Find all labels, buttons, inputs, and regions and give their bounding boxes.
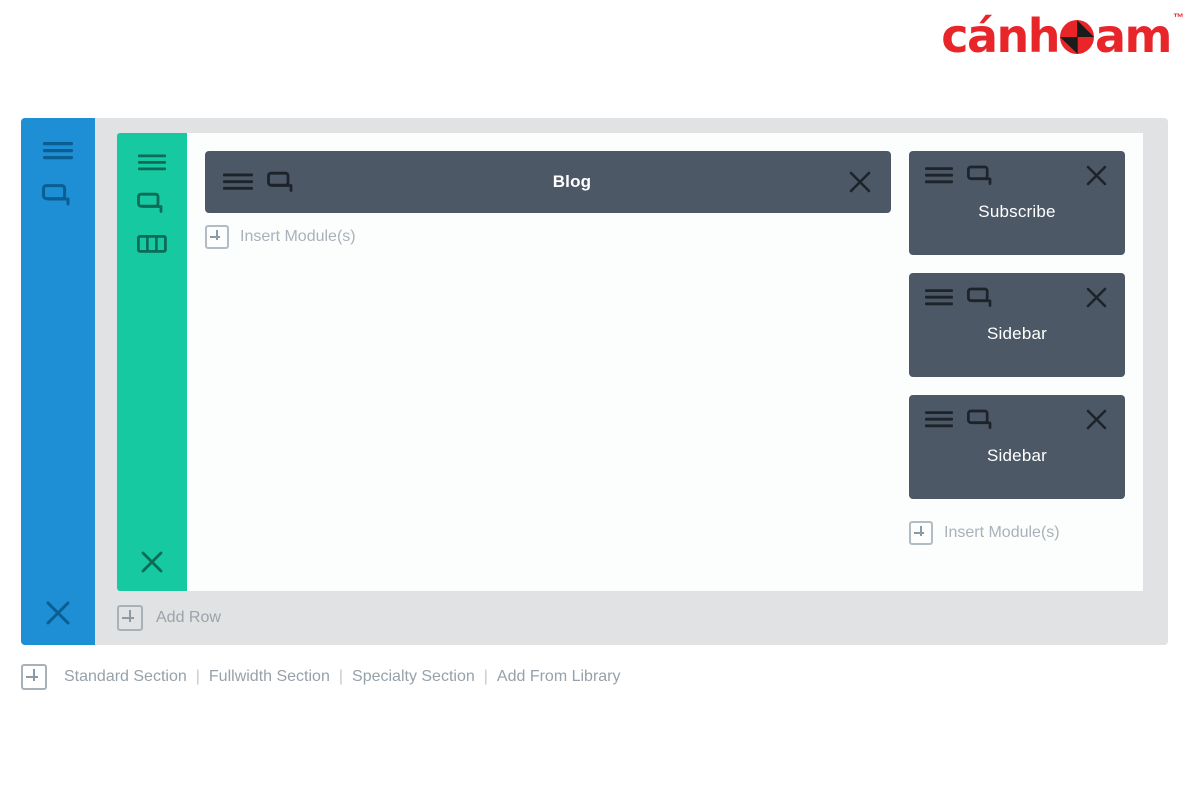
specialty-section-link[interactable]: Specialty Section — [352, 668, 475, 686]
columns-icon[interactable] — [137, 233, 167, 255]
separator: | — [483, 668, 488, 685]
column-main: Blog Insert Module(s) — [205, 151, 891, 577]
brand-text-before: cánh — [941, 9, 1060, 63]
row-wrapper: Blog Insert Module(s) Subscribe Sidebar … — [117, 133, 1143, 591]
duplicate-icon[interactable] — [967, 286, 996, 309]
separator: | — [338, 668, 344, 685]
separator: | — [195, 668, 200, 685]
builder-section-panel: Blog Insert Module(s) Subscribe Sidebar … — [21, 118, 1168, 645]
column-side: Subscribe Sidebar Sidebar Insert Module(… — [909, 151, 1125, 577]
insert-modules-side[interactable]: Insert Module(s) — [909, 521, 1125, 545]
add-row-label: Add Row — [156, 609, 221, 626]
section-actions-bar: Standard Section | Fullwidth Section | S… — [21, 664, 621, 690]
brand-text-after: am — [1095, 9, 1172, 63]
module-title: Sidebar — [987, 324, 1047, 343]
brand-wordmark: cánh am — [941, 9, 1172, 63]
hamburger-icon[interactable] — [925, 410, 953, 429]
hamburger-icon[interactable] — [925, 166, 953, 185]
section-sidebar-tools — [42, 140, 74, 208]
fullwidth-section-link[interactable]: Fullwidth Section — [209, 668, 330, 686]
row-content: Blog Insert Module(s) Subscribe Sidebar … — [187, 133, 1143, 591]
insert-modules-label: Insert Module(s) — [240, 228, 356, 245]
add-from-library-link[interactable]: Add From Library — [497, 668, 621, 686]
module-close-icon[interactable] — [1084, 163, 1109, 188]
module-subscribe[interactable]: Subscribe — [909, 151, 1125, 255]
plus-icon — [205, 225, 229, 249]
module-blog[interactable]: Blog — [205, 151, 891, 213]
insert-modules-main[interactable]: Insert Module(s) — [205, 225, 891, 249]
module-tools — [223, 170, 297, 194]
hamburger-icon[interactable] — [43, 140, 73, 162]
module-close-icon[interactable] — [847, 169, 873, 195]
section-close-icon[interactable] — [44, 599, 72, 627]
duplicate-icon[interactable] — [967, 408, 996, 431]
duplicate-icon[interactable] — [267, 170, 297, 194]
module-sidebar-1[interactable]: Sidebar — [909, 273, 1125, 377]
section-sidebar[interactable] — [21, 118, 95, 645]
plus-icon — [117, 605, 143, 631]
row-sidebar[interactable] — [117, 133, 187, 591]
hamburger-icon[interactable] — [223, 172, 253, 192]
duplicate-icon[interactable] — [137, 191, 167, 215]
module-title: Subscribe — [978, 202, 1056, 221]
pie-chart-icon — [1060, 20, 1095, 54]
plus-icon — [909, 521, 933, 545]
hamburger-icon[interactable] — [138, 153, 166, 173]
section-body: Blog Insert Module(s) Subscribe Sidebar … — [95, 118, 1168, 645]
plus-icon[interactable] — [21, 664, 47, 690]
row-sidebar-tools — [137, 153, 167, 255]
module-tools — [925, 285, 1109, 310]
standard-section-link[interactable]: Standard Section — [64, 668, 187, 686]
module-close-icon[interactable] — [1084, 407, 1109, 432]
duplicate-icon[interactable] — [42, 182, 74, 208]
module-title: Blog — [552, 172, 592, 191]
row-close-icon[interactable] — [139, 549, 165, 575]
section-links: Standard Section | Fullwidth Section | S… — [64, 668, 621, 686]
module-title: Sidebar — [987, 446, 1047, 465]
hamburger-icon[interactable] — [925, 288, 953, 307]
add-row-button[interactable]: Add Row — [95, 591, 1168, 645]
module-close-icon[interactable] — [1084, 285, 1109, 310]
brand-logo: cánh am ™ — [941, 8, 1184, 64]
duplicate-icon[interactable] — [967, 164, 996, 187]
trademark-symbol: ™ — [1173, 12, 1184, 24]
module-tools — [925, 407, 1109, 432]
insert-modules-label: Insert Module(s) — [944, 524, 1060, 541]
module-sidebar-2[interactable]: Sidebar — [909, 395, 1125, 499]
module-tools — [925, 163, 1109, 188]
